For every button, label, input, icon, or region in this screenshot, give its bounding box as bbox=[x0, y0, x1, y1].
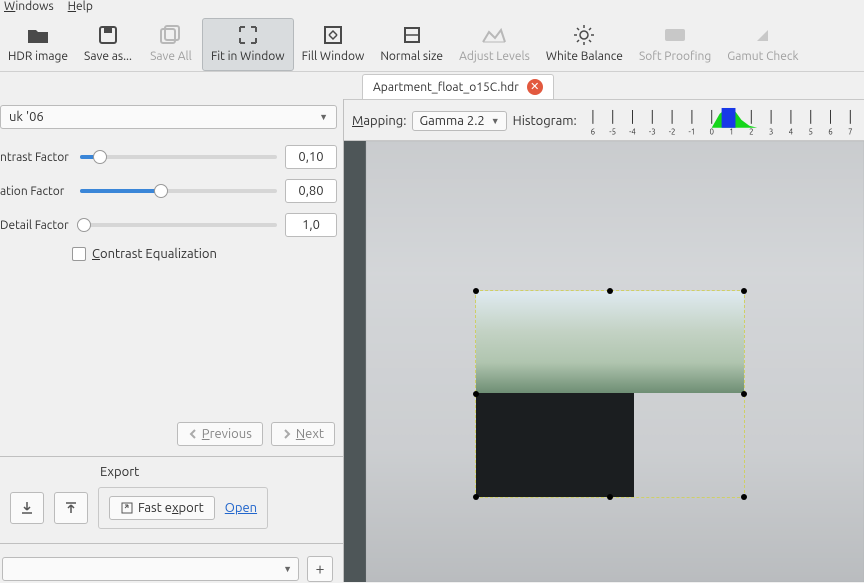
tab-label: Apartment_float_o15C.hdr bbox=[373, 81, 519, 94]
contrast-label: ntrast Factor bbox=[0, 151, 72, 164]
fill-window-button[interactable]: Fill Window bbox=[294, 18, 373, 71]
contrast-slider[interactable] bbox=[80, 150, 277, 164]
svg-text:-3: -3 bbox=[649, 129, 656, 136]
export-header: Export bbox=[100, 465, 333, 479]
detail-label: Detail Factor bbox=[0, 219, 72, 232]
contrast-eq-checkbox[interactable]: Contrast Equalization bbox=[72, 247, 217, 261]
chevron-down-icon: ▼ bbox=[283, 564, 292, 574]
bottom-combo[interactable]: ▼ bbox=[2, 557, 299, 581]
close-tab-button[interactable]: ✕ bbox=[527, 79, 543, 95]
adjust-levels-button: Adjust Levels bbox=[451, 18, 538, 71]
export-panel: Export Fast export Open bbox=[0, 457, 343, 544]
preset-combo[interactable]: uk '06 ▼ bbox=[0, 105, 337, 129]
previous-button[interactable]: Previous bbox=[177, 422, 263, 446]
folder-icon bbox=[27, 22, 49, 48]
saturation-label: ation Factor bbox=[0, 185, 72, 198]
gamut-icon bbox=[754, 22, 772, 48]
svg-text:-4: -4 bbox=[629, 129, 636, 136]
chevron-left-icon bbox=[188, 429, 198, 439]
menu-help[interactable]: Help bbox=[68, 0, 93, 14]
svg-text:0: 0 bbox=[709, 129, 714, 136]
preset-value: uk '06 bbox=[9, 110, 44, 124]
mapping-label: Mapping: bbox=[352, 114, 406, 128]
viewer-toolbar: Mapping: Gamma 2.2▼ Histogram: 6 -5 -4 -3 -2… bbox=[344, 100, 864, 141]
svg-text:3: 3 bbox=[769, 129, 773, 136]
proof-icon bbox=[663, 22, 687, 48]
svg-text:-1: -1 bbox=[688, 129, 695, 136]
svg-text:5: 5 bbox=[808, 129, 812, 136]
detail-slider[interactable] bbox=[80, 218, 277, 232]
menu-windows[interactable]: Windows bbox=[4, 0, 54, 14]
soft-proofing-button: Soft Proofing bbox=[631, 18, 719, 71]
fit-icon bbox=[238, 22, 258, 48]
save-all-icon bbox=[160, 22, 182, 48]
chevron-right-icon bbox=[282, 429, 292, 439]
menubar: Windows Help bbox=[0, 0, 864, 14]
gamut-check-button: Gamut Check bbox=[719, 18, 806, 71]
chevron-down-icon: ▼ bbox=[491, 116, 500, 126]
export-download-button[interactable] bbox=[10, 492, 44, 524]
normal-size-icon bbox=[402, 22, 422, 48]
fill-icon bbox=[323, 22, 343, 48]
levels-icon bbox=[481, 22, 507, 48]
svg-text:7: 7 bbox=[848, 129, 852, 136]
normal-size-button[interactable]: Normal size bbox=[372, 18, 451, 71]
open-link[interactable]: Open bbox=[225, 501, 257, 515]
svg-text:2: 2 bbox=[749, 129, 753, 136]
tab-bar: Apartment_float_o15C.hdr ✕ bbox=[0, 71, 864, 99]
add-button[interactable]: + bbox=[307, 556, 333, 582]
sun-icon bbox=[573, 22, 595, 48]
selection-region[interactable] bbox=[476, 291, 744, 497]
saturation-slider[interactable] bbox=[80, 184, 277, 198]
svg-text:-2: -2 bbox=[668, 129, 675, 136]
svg-text:6: 6 bbox=[590, 129, 595, 136]
svg-text:-5: -5 bbox=[609, 129, 616, 136]
save-as-button[interactable]: Save as... bbox=[76, 18, 140, 71]
next-button[interactable]: Next bbox=[271, 422, 335, 446]
image-canvas[interactable] bbox=[344, 141, 864, 582]
contrast-value[interactable]: 0,10 bbox=[285, 145, 337, 169]
main-toolbar: HDR image Save as... Save All Fit in Win… bbox=[0, 14, 864, 72]
white-balance-button[interactable]: White Balance bbox=[538, 18, 631, 71]
svg-text:6: 6 bbox=[828, 129, 833, 136]
save-all-button: Save All bbox=[140, 18, 202, 71]
svg-text:1: 1 bbox=[729, 129, 733, 136]
left-panel: uk '06 ▼ ntrast Factor 0,10 ation Factor… bbox=[0, 99, 344, 582]
fast-export-button[interactable]: Fast export bbox=[109, 496, 215, 520]
document-tab[interactable]: Apartment_float_o15C.hdr ✕ bbox=[362, 74, 554, 99]
hdr-image-button[interactable]: HDR image bbox=[0, 18, 76, 71]
save-icon bbox=[98, 22, 118, 48]
mapping-combo[interactable]: Gamma 2.2▼ bbox=[412, 111, 506, 131]
svg-text:4: 4 bbox=[788, 129, 793, 136]
upload-icon bbox=[63, 500, 79, 516]
saturation-value[interactable]: 0,80 bbox=[285, 179, 337, 203]
detail-value[interactable]: 1,0 bbox=[285, 213, 337, 237]
export-icon bbox=[120, 501, 134, 515]
chevron-down-icon: ▼ bbox=[319, 112, 328, 122]
fit-in-window-button[interactable]: Fit in Window bbox=[202, 18, 294, 71]
download-icon bbox=[19, 500, 35, 516]
checkbox-icon bbox=[72, 247, 86, 261]
export-upload-button[interactable] bbox=[54, 492, 88, 524]
histogram-label: Histogram: bbox=[513, 114, 577, 128]
histogram: 6 -5 -4 -3 -2 -1 0 1 2 3 4 5 6 7 bbox=[583, 106, 860, 136]
